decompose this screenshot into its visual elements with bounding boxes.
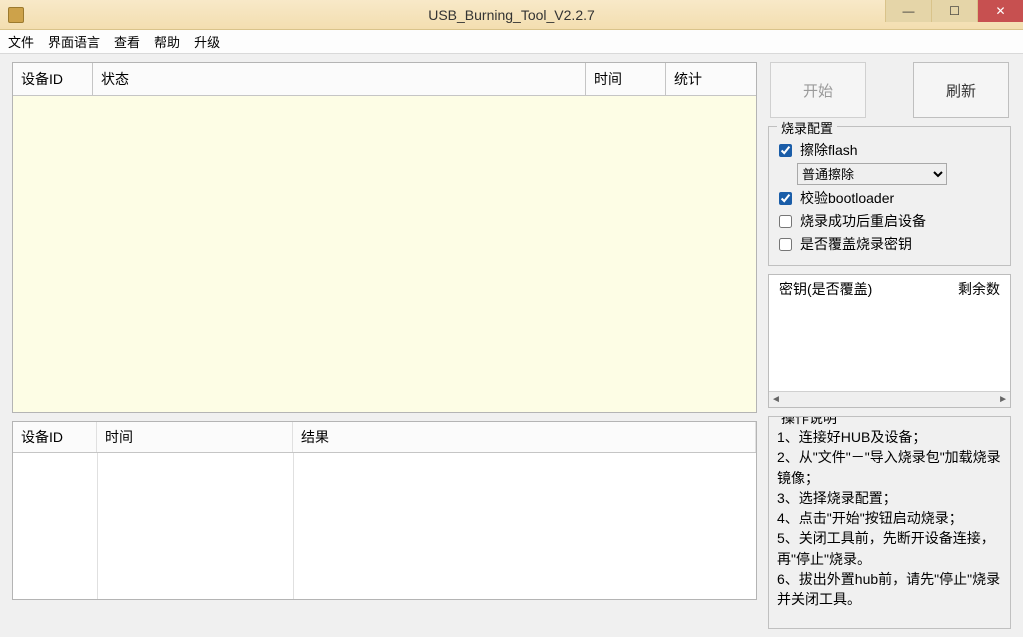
menu-help[interactable]: 帮助 <box>154 32 180 51</box>
refresh-button[interactable]: 刷新 <box>913 62 1009 118</box>
window-title: USB_Burning_Tool_V2.2.7 <box>428 7 595 23</box>
menu-view[interactable]: 查看 <box>114 32 140 51</box>
key-col-key[interactable]: 密钥(是否覆盖) <box>779 279 872 299</box>
erase-flash-label: 擦除flash <box>800 140 858 160</box>
instruction-line: 2、从"文件"－"导入烧录包"加载烧录镜像； <box>777 447 1002 488</box>
maximize-button[interactable]: ☐ <box>931 0 977 22</box>
result-col-deviceid[interactable]: 设备ID <box>13 422 97 452</box>
verify-bootloader-checkbox[interactable] <box>779 192 792 205</box>
status-col-stats[interactable]: 统计 <box>666 63 756 96</box>
erase-flash-checkbox[interactable] <box>779 144 792 157</box>
result-table-body <box>13 453 756 599</box>
window-controls: — ☐ ✕ <box>885 0 1023 22</box>
instruction-line: 4、点击"开始"按钮启动烧录； <box>777 508 1002 528</box>
scroll-left-icon[interactable]: ◄ <box>771 394 781 405</box>
overwrite-key-checkbox[interactable] <box>779 238 792 251</box>
verify-bootloader-label: 校验bootloader <box>800 188 894 208</box>
close-button[interactable]: ✕ <box>977 0 1023 22</box>
key-col-remain[interactable]: 剩余数 <box>958 279 1000 299</box>
burn-config-legend: 烧录配置 <box>777 118 837 137</box>
overwrite-key-label: 是否覆盖烧录密钥 <box>800 234 912 254</box>
instructions-legend: 操作说明 <box>777 416 841 428</box>
result-table: 设备ID 时间 结果 <box>12 421 757 600</box>
instruction-line: 6、拔出外置hub前，请先"停止"烧录并关闭工具。 <box>777 569 1002 610</box>
menu-language[interactable]: 界面语言 <box>48 32 100 51</box>
app-icon <box>8 7 24 23</box>
minimize-button[interactable]: — <box>885 0 931 22</box>
key-list-body <box>769 303 1010 391</box>
instruction-line: 3、选择烧录配置； <box>777 488 1002 508</box>
menu-upgrade[interactable]: 升级 <box>194 32 220 51</box>
result-col-result[interactable]: 结果 <box>293 422 756 452</box>
result-col-time[interactable]: 时间 <box>97 422 293 452</box>
status-col-time[interactable]: 时间 <box>586 63 666 96</box>
key-list: 密钥(是否覆盖) 剩余数 ◄ ► <box>768 274 1011 408</box>
instruction-line: 5、关闭工具前，先断开设备连接，再"停止"烧录。 <box>777 528 1002 569</box>
instructions-group: 操作说明 1、连接好HUB及设备； 2、从"文件"－"导入烧录包"加载烧录镜像；… <box>768 416 1011 629</box>
erase-mode-select[interactable]: 普通擦除 <box>797 163 947 185</box>
status-table: 设备ID 状态 时间 统计 <box>12 62 757 413</box>
instruction-line: 1、连接好HUB及设备； <box>777 427 1002 447</box>
key-list-scrollbar[interactable]: ◄ ► <box>769 391 1010 407</box>
status-table-body <box>13 96 756 412</box>
scroll-right-icon[interactable]: ► <box>998 394 1008 405</box>
menu-bar: 文件 界面语言 查看 帮助 升级 <box>0 30 1023 54</box>
menu-file[interactable]: 文件 <box>8 32 34 51</box>
burn-config-group: 烧录配置 擦除flash 普通擦除 校验bootloader 烧录成功后重启设备 <box>768 126 1011 266</box>
reboot-after-label: 烧录成功后重启设备 <box>800 211 926 231</box>
start-button[interactable]: 开始 <box>770 62 866 118</box>
title-bar: USB_Burning_Tool_V2.2.7 — ☐ ✕ <box>0 0 1023 30</box>
status-col-deviceid[interactable]: 设备ID <box>13 63 93 96</box>
reboot-after-checkbox[interactable] <box>779 215 792 228</box>
status-col-state[interactable]: 状态 <box>93 63 586 96</box>
